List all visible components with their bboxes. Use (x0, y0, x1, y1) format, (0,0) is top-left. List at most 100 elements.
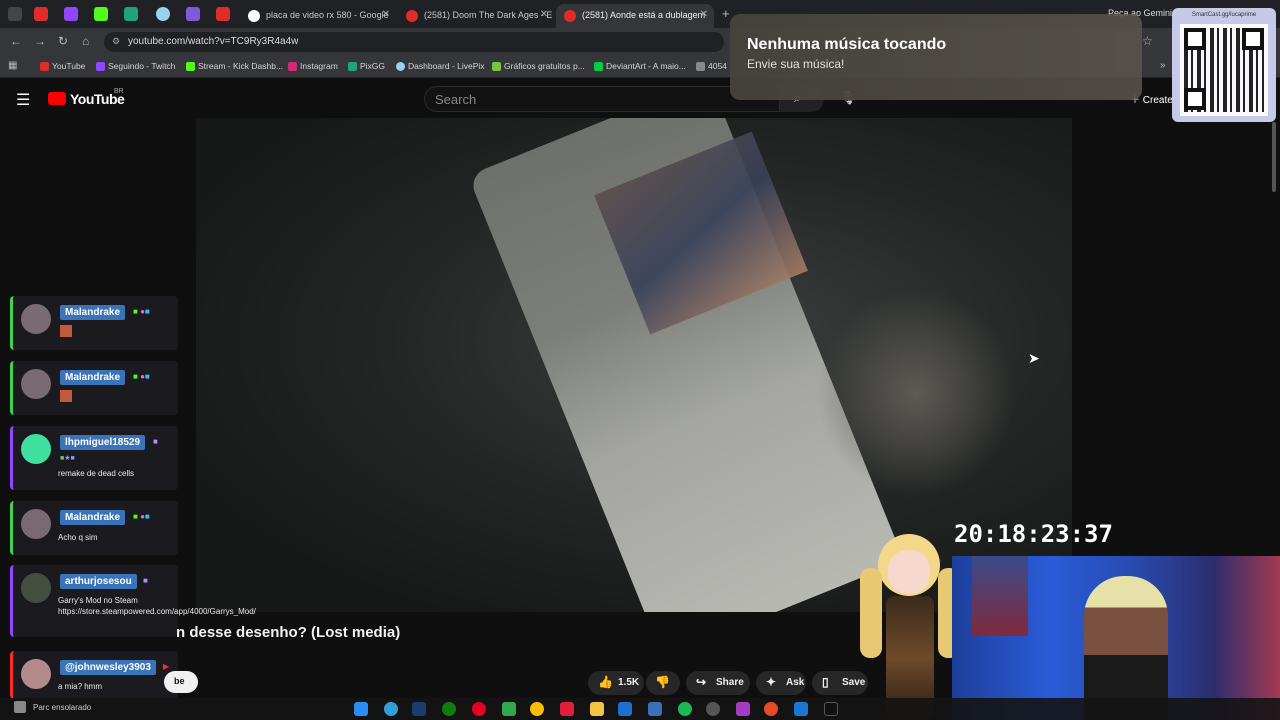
emote-icon (60, 390, 72, 402)
bookmark-star-icon[interactable]: ☆ (1142, 34, 1153, 48)
app-icon[interactable] (502, 702, 516, 716)
pinned-tab-pixgg-icon[interactable] (124, 7, 138, 21)
adobe-icon[interactable] (560, 702, 574, 716)
pinterest-icon[interactable] (472, 702, 486, 716)
file-explorer-icon[interactable] (590, 702, 604, 716)
dislike-button[interactable]: 👎 (646, 671, 680, 695)
new-tab-button[interactable]: + (722, 6, 730, 21)
scrollbar[interactable] (1272, 122, 1276, 192)
bookmark-4054[interactable]: 4054 (696, 61, 727, 71)
ask-button[interactable]: ✦ Ask (756, 671, 806, 695)
tab-list-icon[interactable] (8, 7, 22, 21)
chrome-icon[interactable] (530, 702, 544, 716)
avatar (21, 369, 51, 399)
badge-icon: ■ (144, 372, 150, 381)
thumbs-down-icon: 👎 (655, 675, 670, 689)
home-icon[interactable]: ⌂ (82, 34, 89, 48)
more-bookmarks-icon[interactable]: » (1160, 60, 1166, 71)
url-field[interactable]: ⚙ youtube.com/watch?v=TC9Ry3R4a4w (104, 32, 724, 52)
chat-text: a mia? hmm (58, 682, 103, 691)
youtube-icon: ▶ (163, 662, 170, 671)
webcam-poster (972, 556, 1028, 636)
close-icon[interactable]: ✕ (540, 9, 548, 20)
chat-badges: ■★■ (60, 455, 75, 462)
google-icon (248, 10, 260, 22)
like-button[interactable]: 👍 1.5K (588, 671, 644, 695)
chat-text: Garry's Mod no Steam https://store.steam… (58, 596, 256, 616)
spotify-icon[interactable] (678, 702, 692, 716)
sparkle-icon: ✦ (766, 675, 777, 689)
menu-icon[interactable]: ☰ (16, 90, 30, 110)
tab-google[interactable]: placa de video rx 580 - Google ✕ (240, 4, 396, 28)
instagram-icon (288, 62, 297, 71)
qr-finder-icon (1184, 28, 1206, 50)
bookmark-instagram[interactable]: Instagram (288, 61, 338, 71)
region-code: BR (114, 88, 124, 95)
forward-icon[interactable]: → (34, 34, 46, 48)
pinned-tab-youtube-2-icon[interactable] (216, 7, 230, 21)
video-title: n desse desenho? (Lost media) (176, 624, 401, 641)
tab-active-dublagem[interactable]: (2581) Aonde está a dublagem ✕ (556, 4, 714, 28)
bookmark-icon (696, 62, 705, 71)
qr-code-widget: SmartCast.gg/lucaprime (1172, 8, 1276, 122)
bookmark-kick[interactable]: Stream - Kick Dashb... (186, 61, 283, 71)
tab-label: placa de video rx 580 - Google (266, 10, 389, 20)
xbox-icon[interactable] (442, 702, 456, 716)
reload-icon[interactable]: ↻ (58, 34, 68, 48)
subscribe-button[interactable]: be (164, 671, 198, 693)
save-icon: ▯ (822, 675, 829, 689)
apps-grid-icon[interactable]: ▦ (8, 60, 17, 71)
site-info-icon[interactable]: ⚙ (112, 36, 120, 47)
calculator-icon[interactable] (648, 702, 662, 716)
chat-username: @johnwesley3903 (60, 660, 156, 675)
kick-icon: ■ (133, 512, 138, 521)
start-icon[interactable] (354, 702, 368, 716)
like-count: 1.5K (618, 677, 640, 688)
search-input[interactable]: Search (424, 86, 780, 112)
webcam-feed (952, 556, 1280, 720)
bookmark-graficos[interactable]: Gráficos gratuitos p... (492, 61, 585, 71)
close-icon[interactable]: ✕ (382, 9, 390, 20)
chat-message: Malandrake ■ ●■ Acho q sim (10, 501, 178, 555)
pinned-tab-kick-icon[interactable] (94, 7, 108, 21)
music-widget: Nenhuma música tocando Envie sua música! (730, 14, 1142, 100)
tab-doom[interactable]: (2581) Doom The Dark Ages - E ✕ (398, 4, 554, 28)
app-icon[interactable] (794, 702, 808, 716)
bookmark-deviantart[interactable]: DeviantArt - A maio... (594, 61, 686, 71)
url-text: youtube.com/watch?v=TC9Ry3R4a4w (128, 36, 299, 47)
app-icon[interactable] (764, 702, 778, 716)
bookmark-twitch[interactable]: Seguindo - Twitch (96, 61, 175, 71)
chat-username: lhpmiguel18529 (60, 435, 146, 450)
avatar (21, 573, 51, 603)
avatar-pigtail (860, 568, 882, 658)
bookmark-pixgg[interactable]: PixGG (348, 61, 385, 71)
pixgg-icon (348, 62, 357, 71)
pinned-tab-youtube-icon[interactable] (34, 7, 48, 21)
tiktok-icon[interactable] (824, 702, 838, 716)
close-icon[interactable]: ✕ (700, 9, 708, 20)
pinned-tab-twitch-icon[interactable] (64, 7, 78, 21)
badge-icon: ■ (144, 307, 150, 316)
twitch-icon (96, 62, 105, 71)
steam-icon[interactable] (412, 702, 426, 716)
pinned-tab-discord-icon[interactable] (186, 7, 200, 21)
youtube-logo-icon[interactable] (48, 92, 66, 105)
app-icon[interactable] (618, 702, 632, 716)
weather-text[interactable]: Parc ensolarado (33, 703, 91, 712)
weather-icon[interactable] (14, 701, 26, 713)
music-title: Nenhuma música tocando (747, 36, 947, 53)
twitch-icon: ■ (153, 437, 158, 446)
vtuber-avatar (856, 528, 966, 720)
app-icon[interactable] (736, 702, 750, 716)
avatar (21, 659, 51, 689)
edge-icon[interactable] (384, 702, 398, 716)
obs-icon[interactable] (706, 702, 720, 716)
kick-icon: ■ (133, 307, 138, 316)
bookmark-livepix[interactable]: Dashboard - LivePix (396, 61, 485, 71)
chat-badges: ■ ●■ (133, 372, 150, 381)
deviantart-icon (594, 62, 603, 71)
share-button[interactable]: ↪ Share (686, 671, 750, 695)
pinned-tab-livepix-icon[interactable] (156, 7, 170, 21)
back-icon[interactable]: ← (10, 34, 22, 48)
bookmark-youtube[interactable]: YouTube (40, 61, 85, 71)
